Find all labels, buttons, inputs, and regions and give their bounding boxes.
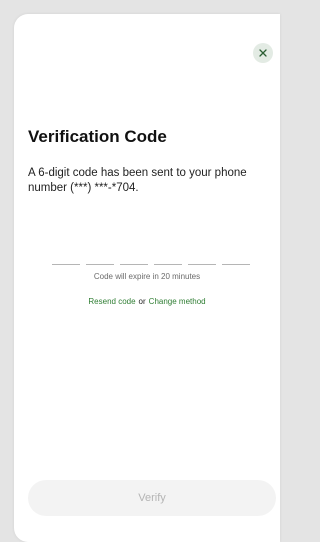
close-icon bbox=[259, 49, 267, 57]
code-digit-input[interactable] bbox=[222, 251, 250, 265]
verify-button[interactable]: Verify bbox=[28, 480, 276, 516]
resend-row: Resend code or Change method bbox=[14, 297, 280, 306]
verification-sheet: Verification Code A 6-digit code has bee… bbox=[14, 14, 280, 542]
close-button[interactable] bbox=[253, 43, 273, 63]
resend-code-link[interactable]: Resend code bbox=[88, 297, 135, 306]
code-input-group bbox=[52, 251, 252, 265]
code-digit-input[interactable] bbox=[86, 251, 114, 265]
code-digit-input[interactable] bbox=[154, 251, 182, 265]
code-digit-input[interactable] bbox=[120, 251, 148, 265]
page-title: Verification Code bbox=[28, 127, 167, 146]
change-method-link[interactable]: Change method bbox=[149, 297, 206, 306]
verification-message: A 6-digit code has been sent to your pho… bbox=[28, 167, 247, 194]
expire-text: Code will expire in 20 minutes bbox=[93, 272, 201, 281]
or-text: or bbox=[138, 297, 146, 306]
code-digit-input[interactable] bbox=[52, 251, 80, 265]
code-digit-input[interactable] bbox=[188, 251, 216, 265]
